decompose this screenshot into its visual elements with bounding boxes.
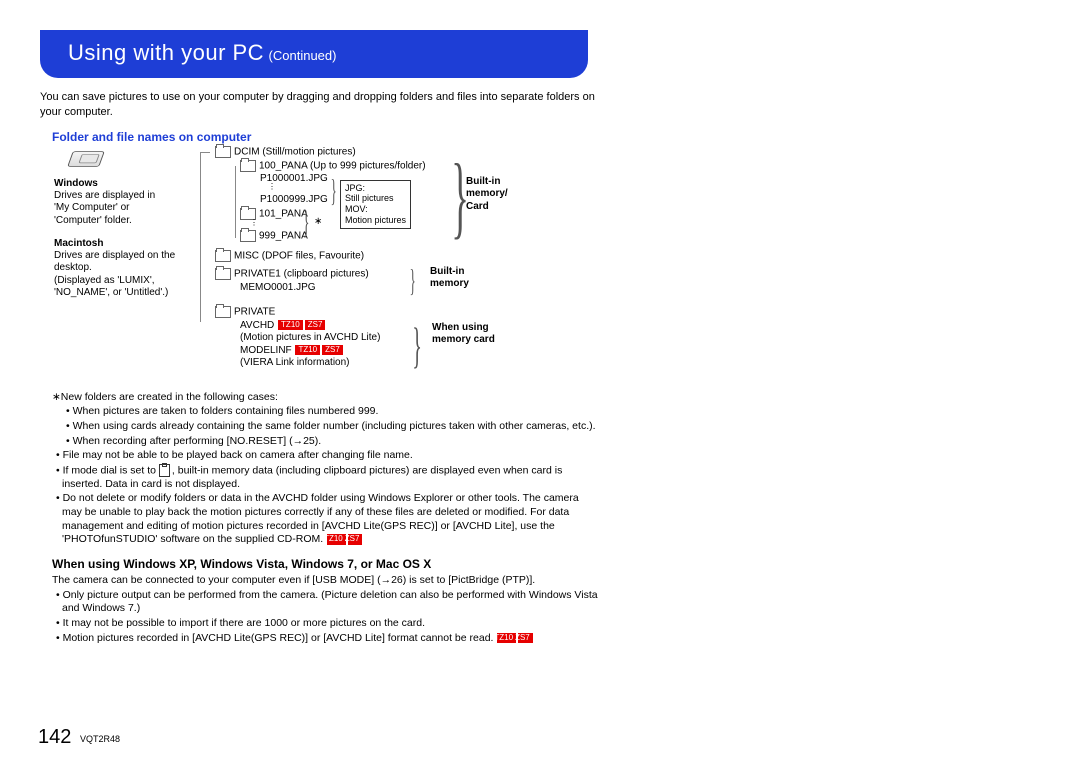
doc-id: VQT2R48 xyxy=(80,734,120,744)
filetype-box: JPG: Still pictures MOV: Motion pictures xyxy=(340,180,411,229)
s2-b1: • Only picture output can be performed f… xyxy=(52,589,600,616)
page-subtitle: (Continued) xyxy=(269,48,337,63)
note-b3-text: • Do not delete or modify folders or dat… xyxy=(56,492,579,545)
file-p999: P1000999.JPG xyxy=(260,194,328,207)
zs7-badge: ZS7 xyxy=(305,320,326,330)
brace-icon: } xyxy=(412,316,422,374)
folder-icon xyxy=(240,160,256,172)
drive-icon xyxy=(67,151,105,166)
pana100-label: 100_PANA (Up to 999 pictures/folder) xyxy=(259,160,426,171)
private1-label: PRIVATE1 (clipboard pictures) xyxy=(234,268,369,279)
mac-text: Drives are displayed on the desktop. (Di… xyxy=(54,250,184,300)
private1-folder: PRIVATE1 (clipboard pictures) xyxy=(215,268,369,281)
vdots: ⋮ xyxy=(268,182,276,192)
windows-heading: Windows xyxy=(54,178,98,191)
brace-icon: } xyxy=(303,204,310,242)
note-b3: • Do not delete or modify folders or dat… xyxy=(52,492,600,547)
section-os-heading: When using Windows XP, Windows Vista, Wi… xyxy=(52,557,600,571)
folder-diagram: Windows Drives are displayed in 'My Comp… xyxy=(40,148,600,383)
s2-intro: The camera can be connected to your comp… xyxy=(52,574,600,588)
brace-icon: } xyxy=(410,262,416,299)
note-n2: • When using cards already containing th… xyxy=(52,420,600,434)
builtin-card-label: Built-in memory/ Card xyxy=(466,176,526,214)
tz10-badge: TZ10 xyxy=(327,534,346,544)
dcim-folder: DCIM (Still/motion pictures) xyxy=(215,146,356,159)
folder-icon xyxy=(240,230,256,242)
page-number: 142 xyxy=(38,726,71,749)
dcim-label: DCIM (Still/motion pictures) xyxy=(234,146,356,157)
note-b2a: • If mode dial is set to xyxy=(56,464,159,476)
folder-icon xyxy=(215,268,231,280)
viera-sub: (VIERA Link information) xyxy=(240,357,350,370)
section-folder-heading: Folder and file names on computer xyxy=(52,130,600,144)
tz10-badge: TZ10 xyxy=(295,345,320,355)
s2-b3: • Motion pictures recorded in [AVCHD Lit… xyxy=(52,632,600,646)
star: ∗ xyxy=(314,216,322,229)
note-b2: • If mode dial is set to , built-in memo… xyxy=(52,464,600,492)
s2-b2: • It may not be possible to import if th… xyxy=(52,617,600,631)
misc-folder: MISC (DPOF files, Favourite) xyxy=(215,250,364,263)
clipboard-icon xyxy=(159,464,170,477)
jpg-value: Still pictures xyxy=(345,193,406,204)
pana101-label: 101_PANA xyxy=(259,208,308,219)
note-n1: • When pictures are taken to folders con… xyxy=(52,405,600,419)
intro-text: You can save pictures to use on your com… xyxy=(40,90,600,120)
notes-block: ∗New folders are created in the followin… xyxy=(52,391,600,547)
private-folder: PRIVATE xyxy=(215,306,275,319)
when-card-label: When using memory card xyxy=(432,322,512,347)
s2-b3-text: • Motion pictures recorded in [AVCHD Lit… xyxy=(56,632,493,644)
section2-block: The camera can be connected to your comp… xyxy=(52,574,600,645)
jpg-label: JPG: xyxy=(345,183,365,193)
private-label: PRIVATE xyxy=(234,306,275,317)
builtin-mem-label: Built-in memory xyxy=(430,266,490,291)
zs7-badge: ZS7 xyxy=(518,633,533,643)
note-b1: • File may not be able to be played back… xyxy=(52,449,600,463)
note-n3: • When recording after performing [NO.RE… xyxy=(52,435,600,449)
windows-text: Drives are displayed in 'My Computer' or… xyxy=(54,190,169,228)
zs7-badge: ZS7 xyxy=(348,534,363,544)
pana999-label: 999_PANA xyxy=(259,230,308,241)
new-folder-note: ∗New folders are created in the followin… xyxy=(52,391,600,405)
brace-icon: } xyxy=(331,172,337,209)
page-title-tab: Using with your PC (Continued) xyxy=(40,30,588,78)
tz10-badge: TZ10 xyxy=(497,633,516,643)
folder-icon xyxy=(215,306,231,318)
modelinf-line: MODELINF TZ10ZS7 xyxy=(240,345,344,358)
misc-label: MISC (DPOF files, Favourite) xyxy=(234,250,364,261)
zs7-badge: ZS7 xyxy=(322,345,343,355)
pana999-folder: 999_PANA xyxy=(240,230,308,243)
page-title: Using with your PC xyxy=(68,40,264,65)
vdots: ⋮ xyxy=(250,218,258,228)
avchd-sub: (Motion pictures in AVCHD Lite) xyxy=(240,332,380,345)
memo-file: MEMO0001.JPG xyxy=(240,282,316,295)
avchd-label: AVCHD xyxy=(240,320,274,331)
mac-heading: Macintosh xyxy=(54,238,103,251)
folder-icon xyxy=(215,250,231,262)
folder-icon xyxy=(215,146,231,158)
mov-value: Motion pictures xyxy=(345,215,406,226)
avchd-line: AVCHD TZ10ZS7 xyxy=(240,320,326,333)
mov-label: MOV: xyxy=(345,204,368,214)
modelinf-label: MODELINF xyxy=(240,345,292,356)
tz10-badge: TZ10 xyxy=(278,320,303,330)
